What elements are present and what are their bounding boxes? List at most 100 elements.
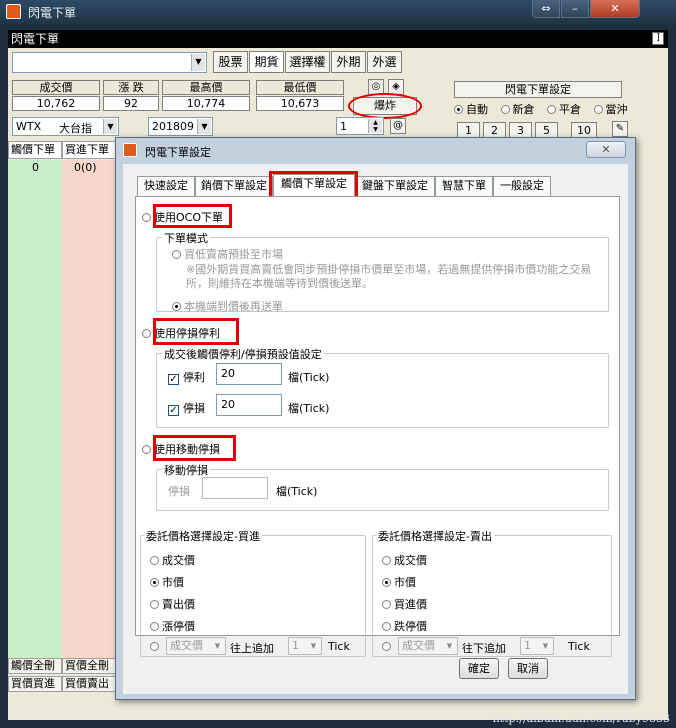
quantity-value: 1: [340, 120, 347, 133]
contract-month-combo[interactable]: 201809 ▼: [148, 117, 213, 136]
cancel-button[interactable]: 取消: [508, 658, 548, 679]
trailing-loss-label: 停損: [168, 485, 190, 498]
main-titlebar: 閃電下單 ⇔ – ✕: [0, 0, 676, 24]
buy-limit-up-radio[interactable]: 漲停價: [150, 618, 195, 634]
preorder-to-market-radio[interactable]: 買低賣高預掛至市場: [172, 246, 283, 262]
trailing-highlight: [153, 435, 236, 461]
mode-auto-radio[interactable]: 自動: [454, 103, 488, 116]
chevron-down-icon[interactable]: ▼: [103, 119, 117, 134]
radio-icon: [382, 578, 391, 587]
take-profit-input[interactable]: 20: [216, 363, 282, 385]
panel-header: 閃電下單 ]: [8, 30, 668, 48]
symbol-combo[interactable]: WTX 大台指 ▼: [12, 117, 119, 136]
radio-icon: [382, 622, 391, 631]
stock-button[interactable]: 股票: [213, 51, 248, 73]
pin-icon[interactable]: ]: [652, 32, 664, 45]
cancel-all-buy-button[interactable]: 買價全刪: [62, 658, 116, 674]
buy-ask-price-radio[interactable]: 賣出價: [150, 596, 195, 612]
buy-add-ticks-combo[interactable]: 1 ▼: [288, 637, 322, 655]
mode-close-radio[interactable]: 平倉: [547, 103, 581, 116]
stop-loss-input[interactable]: 20: [216, 394, 282, 416]
chevron-down-icon: ▼: [214, 642, 221, 650]
buy-market-price-radio[interactable]: 市價: [150, 574, 184, 590]
contract-month: 201809: [152, 120, 194, 133]
sell-custom-radio[interactable]: [382, 640, 394, 653]
minimize-button[interactable]: –: [561, 0, 589, 18]
radio-icon: [382, 600, 391, 609]
panel-title: 閃電下單: [11, 32, 60, 46]
sell-add-ticks-combo[interactable]: 1 ▼: [520, 637, 554, 655]
column-header-touch: 觸價下單: [8, 141, 62, 159]
oco-highlight: [153, 204, 232, 228]
foreign-options-button[interactable]: 外選: [367, 51, 402, 73]
buy-custom-radio[interactable]: [150, 640, 162, 653]
local-send-radio[interactable]: 本機端到價後再送單: [172, 298, 283, 314]
dialog-client: 快速設定 銷價下單設定 觸價下單設定 鍵盤下單設定 智慧下單 一般設定 使用OC…: [123, 164, 628, 694]
stepper-arrows-icon[interactable]: ▲ ▼: [368, 119, 382, 133]
flash-order-settings-title[interactable]: 閃電下單設定: [454, 81, 622, 98]
quote-header-high: 最高價: [162, 80, 250, 95]
eraser-icon[interactable]: ✎: [612, 121, 628, 137]
mode-new-radio[interactable]: 新倉: [500, 103, 535, 116]
touch-count: 0: [32, 161, 39, 174]
settings-dialog: 閃電下單設定 ✕ 快速設定 銷價下單設定 觸價下單設定 鍵盤下單設定 智慧下單 …: [115, 137, 636, 700]
stop-loss-unit: 檔(Tick): [288, 402, 330, 415]
sell-tick-label: Tick: [568, 640, 590, 653]
order-mode-group-label: 下單模式: [162, 230, 210, 246]
chevron-down-icon: ▼: [446, 642, 453, 650]
take-profit-checkbox[interactable]: ✓ 停利: [168, 369, 205, 385]
settings-icon[interactable]: @: [390, 118, 406, 134]
sell-at-bid-button[interactable]: 買價賣出: [62, 676, 116, 692]
sell-add-label: 往下追加: [462, 642, 506, 655]
buy-tick-label: Tick: [328, 640, 350, 653]
buy-at-bid-button[interactable]: 買價買進: [8, 676, 62, 692]
mode-daytrade-radio[interactable]: 當沖: [593, 103, 628, 116]
tab-sell-order-settings[interactable]: 銷價下單設定: [195, 176, 273, 196]
quote-high: 10,774: [162, 96, 250, 111]
tab-quick-settings[interactable]: 快速設定: [137, 176, 195, 196]
buy-order-column[interactable]: [62, 160, 116, 660]
ok-button[interactable]: 確定: [459, 658, 499, 679]
chevron-down-icon[interactable]: ▼: [197, 119, 211, 134]
stop-loss-checkbox[interactable]: ✓ 停損: [168, 400, 205, 416]
take-profit-unit: 檔(Tick): [288, 371, 330, 384]
buy-base-price-combo[interactable]: 成交價 ▼: [166, 637, 226, 655]
trailing-loss-input[interactable]: [202, 477, 268, 499]
stop-highlight: [153, 318, 239, 345]
symbol-search-combo[interactable]: ▼: [12, 52, 207, 73]
buy-last-price-radio[interactable]: 成交價: [150, 552, 195, 568]
touch-order-column[interactable]: [8, 160, 62, 660]
column-header-buy: 買進下單: [62, 141, 118, 159]
radio-icon: [150, 600, 159, 609]
radio-icon: [382, 556, 391, 565]
radio-icon: [150, 556, 159, 565]
radio-icon: [150, 578, 159, 587]
tab-keyboard-order-settings[interactable]: 鍵盤下單設定: [355, 176, 435, 196]
foreign-futures-button[interactable]: 外期: [331, 51, 366, 73]
chevron-down-icon: ▼: [542, 642, 549, 650]
quote-low: 10,673: [256, 96, 344, 111]
quote-change: 92: [103, 96, 159, 111]
tab-general-settings[interactable]: 一般設定: [493, 176, 551, 196]
dialog-close-button[interactable]: ✕: [586, 141, 626, 158]
sell-bid-price-radio[interactable]: 買進價: [382, 596, 427, 612]
options-button[interactable]: 選擇權: [285, 51, 330, 73]
highlight-ring: [348, 93, 422, 119]
main-window-title: 閃電下單: [28, 6, 77, 20]
quantity-stepper[interactable]: 1 ▲ ▼: [336, 117, 384, 135]
app-icon: [123, 143, 137, 157]
futures-button[interactable]: 期貨: [249, 51, 284, 73]
radio-icon: [500, 105, 510, 114]
radio-icon: [142, 213, 151, 222]
sell-price-group-label: 委託價格選擇設定-賣出: [376, 528, 494, 544]
cancel-all-touch-button[interactable]: 觸價全刪: [8, 658, 62, 674]
sell-base-price-combo[interactable]: 成交價 ▼: [398, 637, 458, 655]
close-button[interactable]: ✕: [590, 0, 640, 18]
radio-icon: [547, 105, 556, 114]
sell-market-price-radio[interactable]: 市價: [382, 574, 416, 590]
chevron-down-icon[interactable]: ▼: [191, 54, 205, 71]
sell-limit-down-radio[interactable]: 跌停價: [382, 618, 427, 634]
restore-button[interactable]: ⇔: [532, 0, 560, 18]
tab-smart-order[interactable]: 智慧下單: [435, 176, 493, 196]
sell-last-price-radio[interactable]: 成交價: [382, 552, 427, 568]
